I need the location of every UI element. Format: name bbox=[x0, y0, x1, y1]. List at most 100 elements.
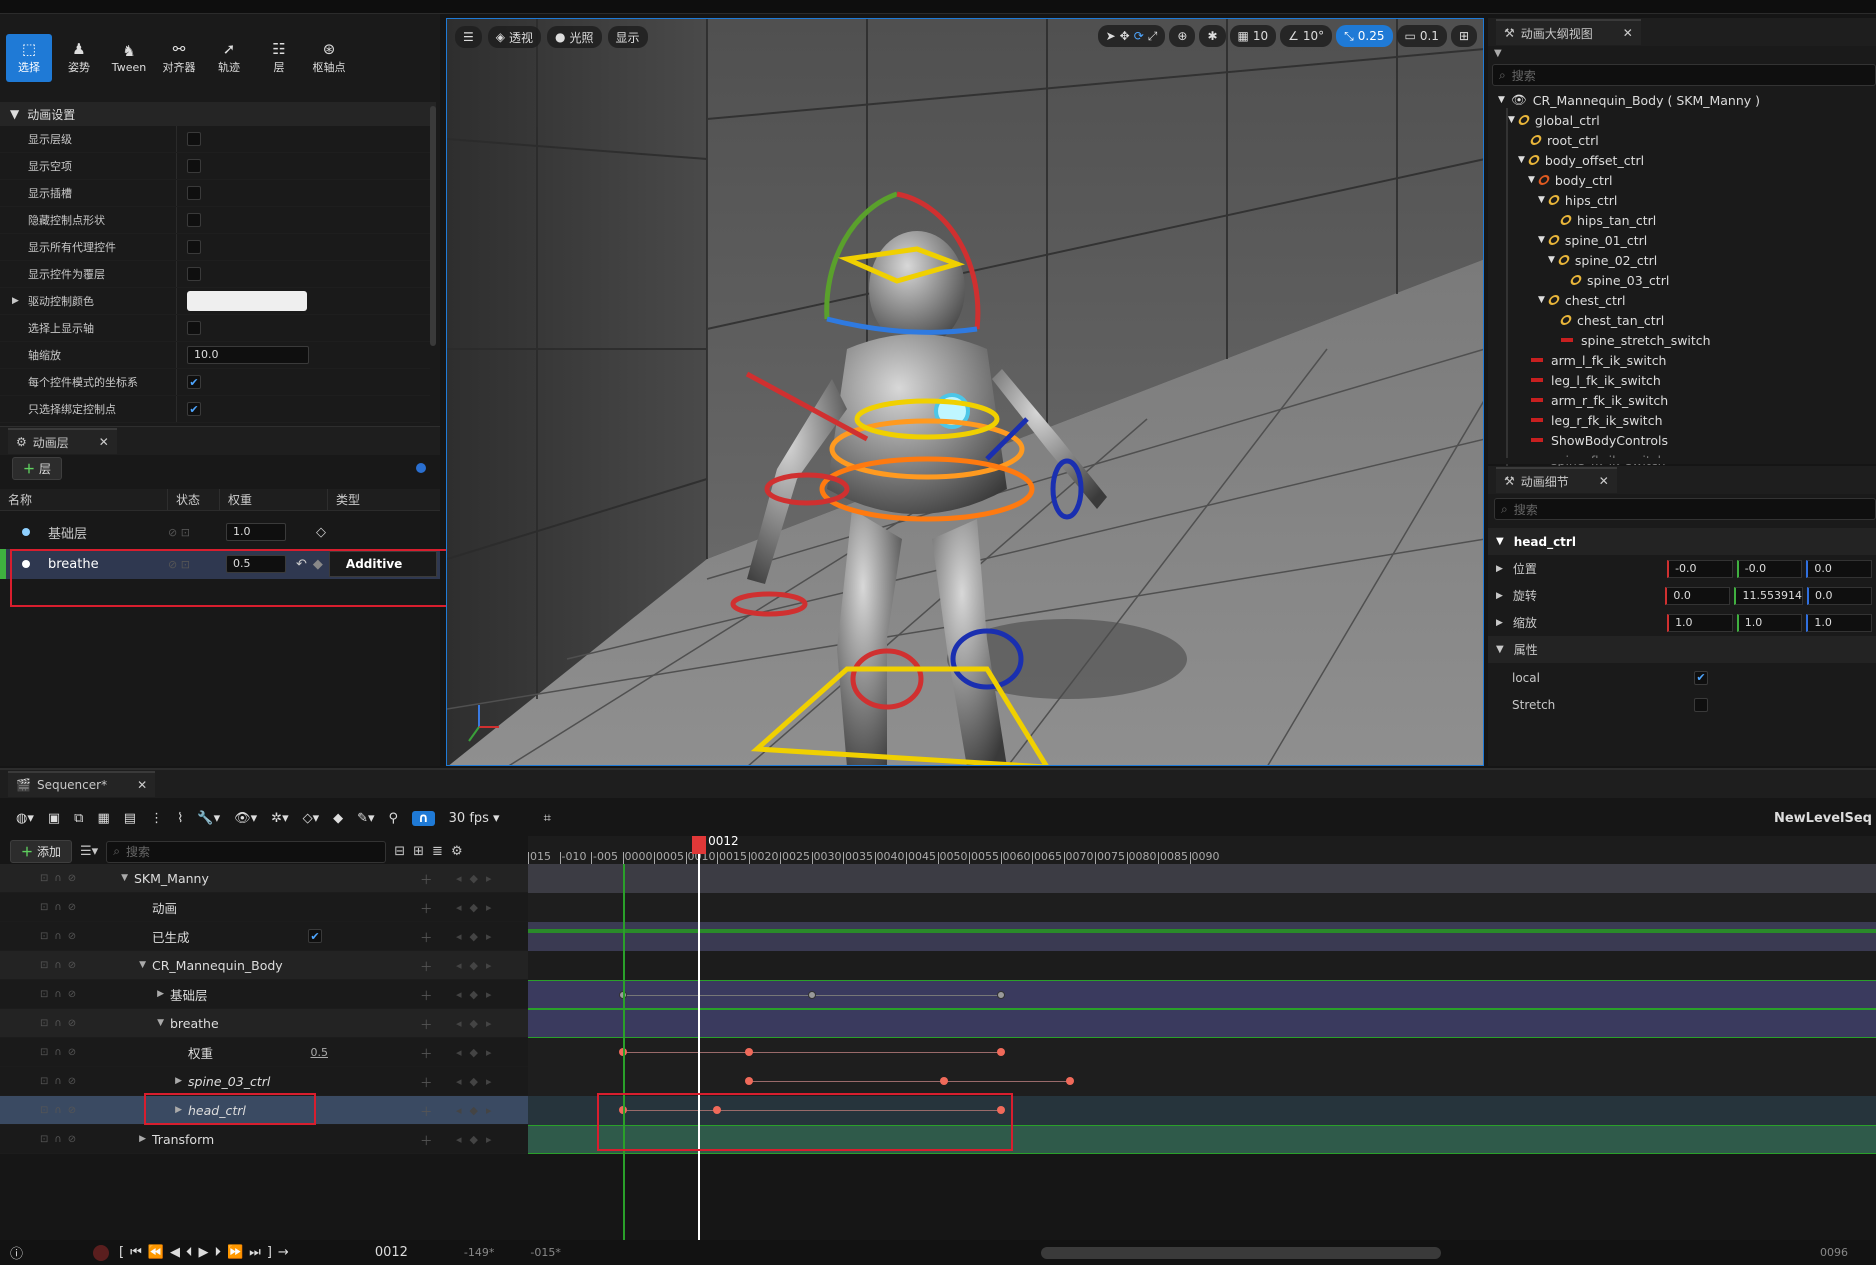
find-asset-icon[interactable]: ⧉ bbox=[74, 811, 83, 826]
close-icon[interactable]: ✕ bbox=[1599, 474, 1609, 488]
chevron-down-icon[interactable]: ▼ bbox=[1508, 115, 1515, 125]
chevron-down-icon[interactable]: ▼ bbox=[118, 873, 134, 883]
track-value-field[interactable]: 0.5 bbox=[311, 1046, 329, 1059]
settings-scrollbar[interactable] bbox=[430, 106, 436, 346]
close-icon[interactable]: ✕ bbox=[1623, 26, 1633, 40]
mode-tool-6[interactable]: ⊛ 枢轴点 bbox=[306, 34, 352, 82]
view-range-right[interactable]: 0096 bbox=[1820, 1246, 1848, 1259]
chevron-right-icon[interactable]: ▶ bbox=[1488, 591, 1503, 601]
playhead-handle[interactable] bbox=[692, 836, 707, 854]
outliner-node[interactable]: spine_03_ctrl bbox=[1558, 270, 1669, 290]
chevron-right-icon[interactable]: ▶ bbox=[118, 1076, 188, 1086]
setting-checkbox[interactable]: ✔ bbox=[187, 402, 201, 416]
rotation-y[interactable]: 11.553914 bbox=[1734, 586, 1803, 605]
track-row[interactable]: ⊡∩⊘ ▶ 基础层 ＋ ◂◆▸ bbox=[0, 980, 528, 1009]
tab-anim-details[interactable]: ⚒ 动画细节 ✕ bbox=[1496, 467, 1617, 493]
outliner-node[interactable]: ▼ spine_01_ctrl bbox=[1538, 230, 1647, 250]
location-z[interactable]: 0.0 bbox=[1806, 559, 1872, 578]
details-control-header[interactable]: ▼ head_ctrl bbox=[1488, 528, 1876, 555]
anim-settings-header[interactable]: ▼ 动画设置 bbox=[0, 102, 436, 126]
scale-snap[interactable]: ⤡ 0.25 bbox=[1336, 25, 1393, 47]
location-x[interactable]: -0.0 bbox=[1667, 559, 1733, 578]
add-icon[interactable]: ＋ bbox=[420, 1014, 433, 1033]
track-state-icons[interactable]: ⊡∩⊘ bbox=[0, 873, 118, 884]
chevron-down-icon[interactable]: ▼ bbox=[1538, 195, 1545, 205]
world-icon[interactable]: ◍▾ bbox=[16, 811, 34, 826]
outliner-node[interactable]: arm_l_fk_ik_switch bbox=[1518, 350, 1667, 370]
location-y[interactable]: -0.0 bbox=[1736, 559, 1803, 578]
track-search-input[interactable]: ⌕ 搜索 bbox=[106, 840, 387, 863]
outliner-node[interactable]: leg_l_fk_ik_switch bbox=[1518, 370, 1661, 390]
move-icon[interactable]: ✥ bbox=[1120, 29, 1130, 43]
add-icon[interactable]: ＋ bbox=[420, 927, 433, 946]
cursor-icon[interactable]: ➤ bbox=[1106, 29, 1116, 43]
keyframe[interactable] bbox=[1065, 1077, 1074, 1085]
track-lane[interactable] bbox=[528, 1009, 1876, 1038]
key-nav-icons[interactable]: ◂◆▸ bbox=[456, 1075, 500, 1088]
chevron-down-icon[interactable]: ▼ bbox=[118, 1018, 170, 1028]
timeline-scrollbar[interactable] bbox=[1040, 1246, 1441, 1259]
local-checkbox[interactable]: ✔ bbox=[1694, 670, 1708, 685]
wrench-icon[interactable]: 🔧▾ bbox=[197, 811, 220, 826]
info-icon[interactable]: ⓘ bbox=[10, 1243, 23, 1262]
track-row[interactable]: ⊡∩⊘ ▼ CR_Mannequin_Body ＋ ◂◆▸ bbox=[0, 951, 528, 980]
transform-tools[interactable]: ➤ ✥ ⟳ ⤢ bbox=[1097, 25, 1166, 47]
chevron-down-icon[interactable]: ▼ bbox=[1498, 95, 1505, 105]
key-nav-icons[interactable]: ◂◆▸ bbox=[456, 872, 500, 885]
setting-checkbox[interactable] bbox=[187, 186, 201, 200]
outliner-node[interactable]: ShowBodyControls bbox=[1518, 430, 1668, 450]
chevron-down-icon[interactable]: ▼ bbox=[1518, 155, 1525, 165]
add-icon[interactable]: ＋ bbox=[420, 869, 433, 888]
chevron-right-icon[interactable]: ▶ bbox=[1488, 564, 1503, 574]
filter-icon[interactable]: ☰▾ bbox=[80, 844, 98, 859]
pencil-icon[interactable]: ✎▾ bbox=[357, 811, 374, 826]
eye-icon[interactable]: 👁▾ bbox=[234, 811, 257, 826]
outliner-node[interactable]: ▼ body_ctrl bbox=[1528, 170, 1612, 190]
render-movie-icon[interactable]: ▦ bbox=[97, 811, 109, 826]
chevron-down-icon[interactable]: ▼ bbox=[1538, 235, 1545, 245]
level-viewport[interactable]: ☰ ◈ 透视 ● 光照 显示 ➤ ✥ ⟳ ⤢ ⊕ ✱ ▦ 10 ∠ 10° ⤡ 0.25 ▭ 0.… bbox=[446, 18, 1484, 766]
setting-color-swatch[interactable] bbox=[187, 291, 307, 311]
track-state-icons[interactable]: ⊡∩⊘ bbox=[0, 902, 118, 913]
layout-button[interactable]: ⊞ bbox=[1450, 25, 1477, 47]
setting-checkbox[interactable] bbox=[187, 240, 201, 254]
track-row[interactable]: ⊡∩⊘ ▼ SKM_Manny ＋ ◂◆▸ bbox=[0, 864, 528, 893]
save-icon[interactable]: ▣ bbox=[48, 811, 60, 826]
setting-checkbox[interactable] bbox=[187, 159, 201, 173]
close-icon[interactable]: ✕ bbox=[99, 435, 109, 449]
track-state-icons[interactable]: ⊡∩⊘ bbox=[0, 931, 118, 942]
add-layer-button[interactable]: ＋层 bbox=[12, 457, 63, 480]
chevron-down-icon[interactable]: ▼ bbox=[1528, 175, 1535, 185]
track-lane[interactable] bbox=[528, 864, 1876, 893]
add-icon[interactable]: ＋ bbox=[420, 985, 433, 1004]
keyframe[interactable] bbox=[996, 1048, 1005, 1056]
track-row[interactable]: ⊡∩⊘ 已生成 ✔ ＋ ◂◆▸ bbox=[0, 922, 528, 951]
tab-anim-layers[interactable]: ⚙ 动画层 ✕ bbox=[8, 428, 117, 454]
tab-anim-outliner[interactable]: ⚒ 动画大纲视图 ✕ bbox=[1496, 19, 1641, 45]
setting-checkbox[interactable] bbox=[187, 132, 201, 146]
mode-tool-1[interactable]: ♟ 姿势 bbox=[56, 34, 102, 82]
setting-checkbox[interactable]: ✔ bbox=[187, 375, 201, 389]
outliner-node[interactable]: spine_stretch_switch bbox=[1548, 330, 1711, 350]
track-row[interactable]: ⊡∩⊘ ▶ spine_03_ctrl ＋ ◂◆▸ bbox=[0, 1067, 528, 1096]
track-row[interactable]: ⊡∩⊘ 动画 ＋ ◂◆▸ bbox=[0, 893, 528, 922]
outliner-node[interactable]: ▼ body_offset_ctrl bbox=[1518, 150, 1644, 170]
setting-checkbox[interactable] bbox=[187, 267, 201, 281]
track-lane[interactable] bbox=[528, 980, 1876, 1009]
layer-status-icons[interactable]: ⊘ ⊡ bbox=[168, 526, 220, 539]
key-nav-icons[interactable]: ◂◆▸ bbox=[456, 1046, 500, 1059]
show-button[interactable]: 显示 bbox=[607, 26, 648, 48]
details-attributes-header[interactable]: ▼ 属性 bbox=[1488, 636, 1876, 663]
outliner-node[interactable]: ▼ global_ctrl bbox=[1508, 110, 1600, 130]
chevron-right-icon[interactable]: ▶ bbox=[12, 296, 19, 306]
keyframe[interactable] bbox=[744, 1048, 753, 1056]
add-icon[interactable]: ＋ bbox=[420, 1130, 433, 1149]
track-state-icons[interactable]: ⊡∩⊘ bbox=[0, 1134, 118, 1145]
keyframe[interactable] bbox=[807, 991, 816, 999]
collapse-icon[interactable]: ⊟ bbox=[394, 844, 405, 859]
angle-snap[interactable]: ∠ 10° bbox=[1280, 25, 1333, 47]
surface-snap-toggle[interactable]: ✱ bbox=[1199, 25, 1226, 47]
track-row[interactable]: ⊡∩⊘ ▶ Transform ＋ ◂◆▸ bbox=[0, 1125, 528, 1154]
track-state-icons[interactable]: ⊡∩⊘ bbox=[0, 1018, 118, 1029]
add-icon[interactable]: ＋ bbox=[420, 1072, 433, 1091]
